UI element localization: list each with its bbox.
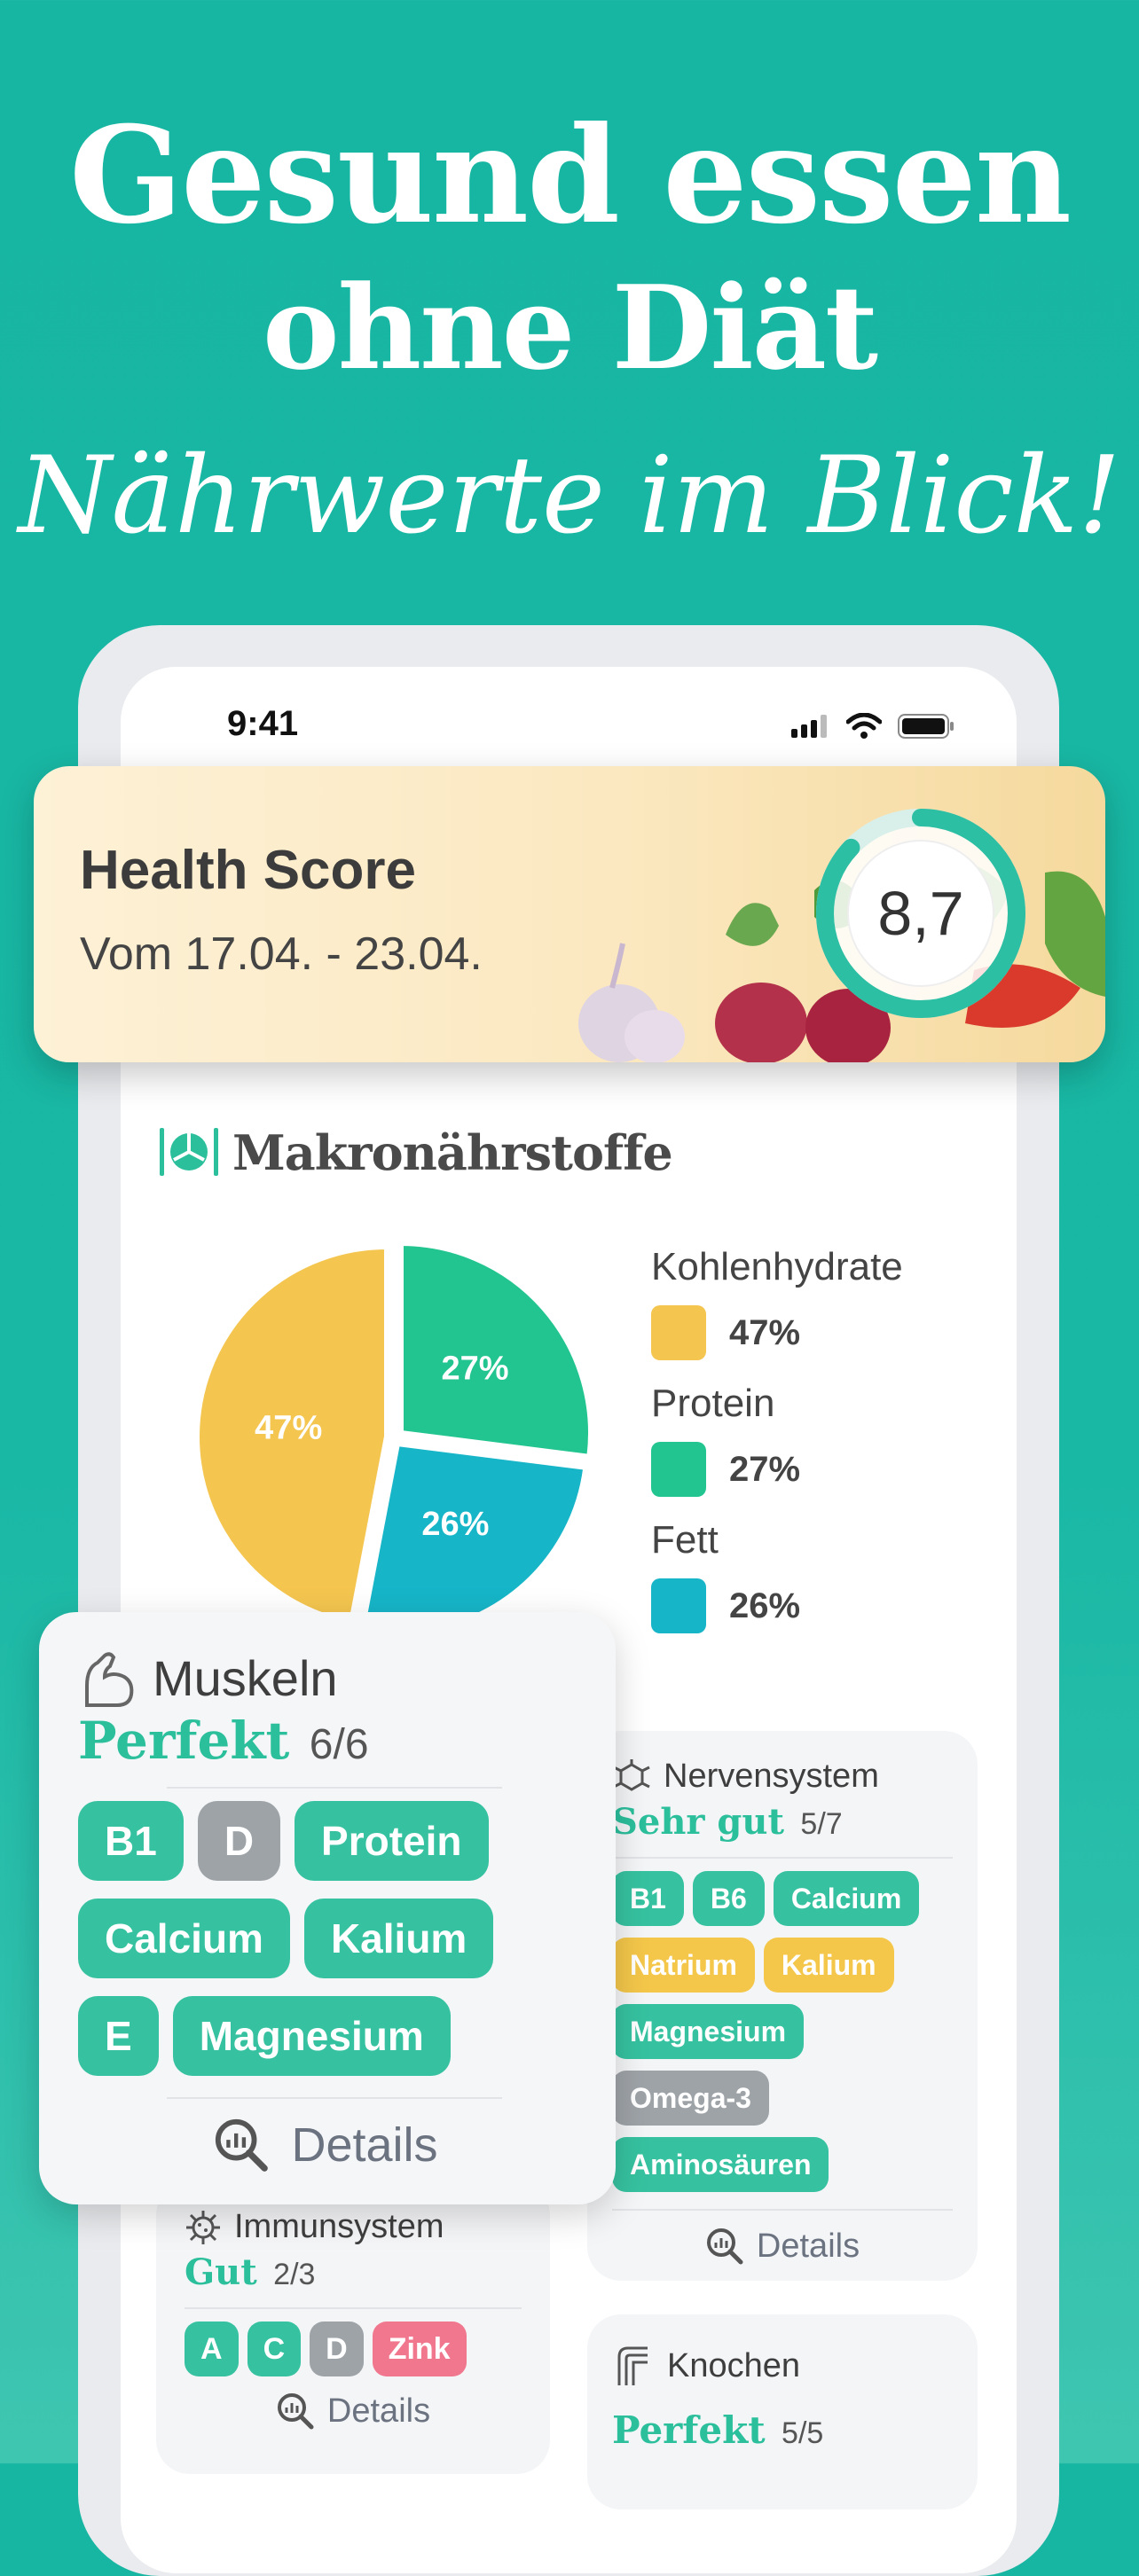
card-title: Knochen xyxy=(667,2346,801,2384)
legend-percentage: 27% xyxy=(729,1449,801,1489)
details-label: Details xyxy=(291,2118,438,2172)
card-rating: Sehr gut xyxy=(612,1801,784,1843)
health-score-date-range: Vom 17.04. - 23.04. xyxy=(80,928,483,980)
card-header: Muskeln xyxy=(78,1649,573,1707)
card-header: Knochen xyxy=(612,2345,953,2387)
card-ratio: 6/6 xyxy=(309,1721,369,1768)
details-label: Details xyxy=(756,2227,860,2265)
legend-item: Kohlenhydrate 47% xyxy=(651,1245,903,1360)
bone-icon xyxy=(617,2346,648,2385)
pie-label-fett: 26% xyxy=(421,1506,489,1543)
nutrient-tag[interactable]: B1 xyxy=(78,1801,184,1881)
card-header: Nervensystem xyxy=(612,1758,953,1796)
battery-icon xyxy=(898,714,954,739)
health-score-value: 8,7 xyxy=(877,879,964,948)
card-header: Immunsystem xyxy=(185,2208,522,2246)
pie-label-kohlenhydrate: 47% xyxy=(255,1410,322,1447)
headline-line-2: ohne Diät xyxy=(262,260,878,395)
nutrient-tag[interactable]: D xyxy=(197,1801,281,1881)
headline-line-1: Gesund essen xyxy=(68,98,1072,254)
card-title: Muskeln xyxy=(153,1650,338,1706)
legend-swatch xyxy=(651,1305,706,1360)
tag-list: A C D Zink xyxy=(185,2322,522,2386)
nutrient-tag[interactable]: Natrium xyxy=(612,1938,755,1993)
nutrient-tag[interactable]: Magnesium xyxy=(172,1996,451,2076)
signal-icon xyxy=(791,715,827,738)
nutrient-tag[interactable]: A xyxy=(185,2322,239,2376)
wifi-icon xyxy=(846,713,882,739)
legend-swatch xyxy=(651,1442,706,1497)
legend-swatch xyxy=(651,1578,706,1633)
nutrient-tag[interactable]: Omega-3 xyxy=(612,2071,769,2126)
legend-item: Fett 26% xyxy=(651,1518,903,1633)
tag-list: B1 B6 Calcium Natrium Kalium Magnesium Omega-3… xyxy=(612,1871,953,2204)
card-title: Immunsystem xyxy=(234,2208,444,2245)
card-rating: Perfekt xyxy=(78,1711,290,1771)
card-ratio: 2/3 xyxy=(273,2258,316,2291)
card-knochen[interactable]: Knochen Perfekt 5/5 xyxy=(587,2314,978,2509)
divider xyxy=(185,2307,522,2309)
muscle-icon xyxy=(85,1651,134,1707)
card-immunsystem[interactable]: Immunsystem Gut 2/3 A C D Zink Details xyxy=(156,2181,550,2474)
card-ratio: 5/7 xyxy=(800,1807,843,1841)
health-score-card[interactable]: Health Score Vom 17.04. - 23.04. 8,7 xyxy=(34,766,1105,1062)
neuron-icon xyxy=(613,1758,650,1791)
card-rating: Perfekt xyxy=(612,2408,766,2452)
card-rating: Gut xyxy=(185,2251,257,2293)
divider xyxy=(167,1787,502,1789)
legend-name: Protein xyxy=(651,1382,775,1425)
nutrient-tag[interactable]: Calcium xyxy=(78,1899,290,1978)
nutrient-tag[interactable]: Kalium xyxy=(763,1938,894,1993)
legend-row: 26% xyxy=(651,1578,903,1633)
details-link[interactable]: Details xyxy=(78,2117,573,2173)
legend-name: Kohlenhydrate xyxy=(651,1245,903,1288)
legend-percentage: 47% xyxy=(729,1312,801,1352)
magnifier-chart-icon xyxy=(216,2118,269,2172)
card-title: Nervensystem xyxy=(664,1758,879,1795)
card-muskeln[interactable]: Muskeln Perfekt 6/6 B1 D ProteinCalcium Kal… xyxy=(39,1612,616,2204)
details-link[interactable]: Details xyxy=(185,2392,522,2431)
divider xyxy=(167,2097,502,2099)
nutrient-tag[interactable]: B6 xyxy=(692,1871,765,1926)
nutrient-tag[interactable]: E xyxy=(78,1996,159,2076)
details-label: Details xyxy=(326,2392,431,2430)
nutrient-tag[interactable]: Protein xyxy=(295,1801,489,1881)
macronutrients-title: Makronährstoffe xyxy=(232,1124,673,1181)
macro-pie-chart: 27% 26% 47% xyxy=(195,1241,593,1636)
nutrient-tag[interactable]: Magnesium xyxy=(612,2004,805,2059)
nutrient-tag[interactable]: Calcium xyxy=(773,1871,920,1926)
legend-item: Protein 27% xyxy=(651,1382,903,1497)
virus-icon xyxy=(186,2210,220,2244)
nutrient-tag[interactable]: B1 xyxy=(612,1871,684,1926)
legend-percentage: 26% xyxy=(729,1586,801,1625)
macro-legend: Kohlenhydrate 47% Protein 27% Fett 26% xyxy=(651,1245,903,1655)
status-time: 9:41 xyxy=(227,704,299,743)
magnifier-chart-icon xyxy=(277,2393,314,2430)
legend-row: 27% xyxy=(651,1442,903,1497)
card-ratio: 5/5 xyxy=(782,2416,824,2450)
legend-name: Fett xyxy=(651,1518,719,1562)
divider xyxy=(612,2209,953,2211)
plate-cutlery-icon xyxy=(160,1128,218,1176)
details-link[interactable]: Details xyxy=(612,2227,953,2266)
nutrient-tag[interactable]: Zink xyxy=(372,2322,467,2376)
status-icons xyxy=(791,713,954,740)
nutrient-tag[interactable]: D xyxy=(310,2322,364,2376)
divider xyxy=(612,1857,953,1859)
pie-label-protein: 27% xyxy=(441,1350,508,1387)
tagline: Nährwerte im Blick! xyxy=(18,435,1121,558)
magnifier-chart-icon xyxy=(706,2228,743,2265)
tag-list: B1 D ProteinCalcium Kalium E Magnesium xyxy=(78,1801,573,2094)
nutrient-tag[interactable]: C xyxy=(247,2322,302,2376)
nutrient-tag[interactable]: Aminosäuren xyxy=(612,2137,829,2192)
health-score-title: Health Score xyxy=(80,840,417,901)
card-nervensystem[interactable]: Nervensystem Sehr gut 5/7 B1 B6 Calcium Nat… xyxy=(587,1731,978,2281)
legend-row: 47% xyxy=(651,1305,903,1360)
nutrient-tag[interactable]: Kalium xyxy=(303,1899,494,1978)
